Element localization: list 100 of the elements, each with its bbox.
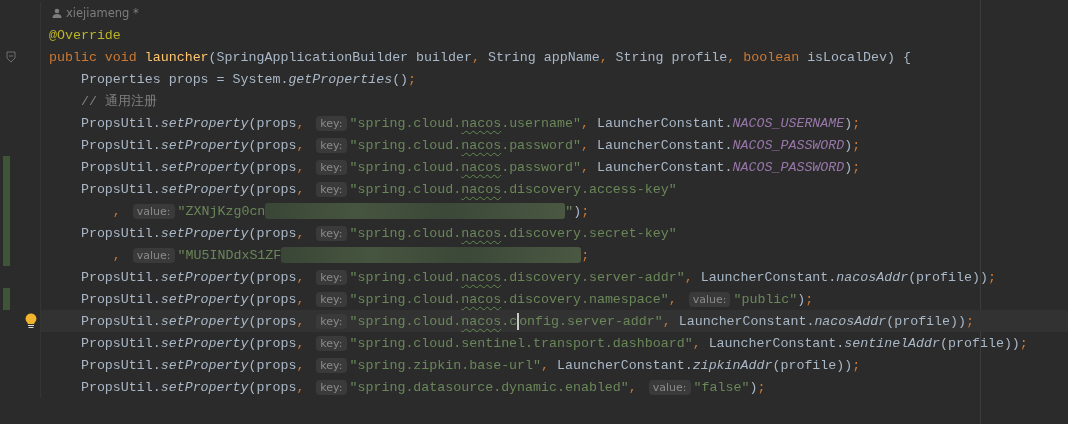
string-literal: .discovery.namespace" [501, 291, 669, 307]
code-text: LauncherConstant. [678, 313, 815, 329]
method-call: nacosAddr [814, 313, 887, 329]
string-literal: .username" [501, 115, 581, 131]
method-call: setProperty [160, 335, 249, 351]
string-literal: nacos [461, 269, 502, 285]
code-text: (props [248, 313, 297, 329]
parameter-hint: value: [688, 291, 731, 307]
parameter-hint: key: [316, 357, 347, 373]
code-text: (props [248, 269, 297, 285]
string-literal: "spring.cloud. [349, 225, 462, 241]
parameter-hint: key: [316, 225, 347, 241]
punctuation: , [111, 203, 122, 219]
code-text: (props [248, 115, 297, 131]
punctuation: ; [987, 269, 996, 285]
method-call: setProperty [160, 115, 249, 131]
punctuation: , [541, 357, 551, 373]
punctuation: , [296, 269, 306, 285]
change-marker[interactable] [3, 156, 10, 178]
method-call: zipkinAddr [692, 357, 773, 373]
lightbulb-icon[interactable] [25, 313, 37, 329]
method-call: setProperty [160, 291, 249, 307]
string-literal: "MU5INDdxS1ZF [177, 247, 282, 263]
punctuation: , [296, 335, 306, 351]
code-text: (props [248, 137, 297, 153]
punctuation: , [296, 181, 306, 197]
code-text: ) [844, 159, 853, 175]
parameter-hint: key: [316, 115, 347, 131]
punctuation: ; [852, 115, 861, 131]
method-call: setProperty [160, 225, 249, 241]
string-literal: nacos [461, 115, 502, 131]
code-text: PropsUtil. [79, 313, 161, 329]
code-text: PropsUtil. [79, 181, 161, 197]
method-call: getProperties [288, 71, 393, 87]
string-literal: "spring.cloud.sentinel.transport.dashboard" [349, 335, 693, 351]
code-text: Properties props = System. [79, 71, 289, 87]
code-text: (props [248, 357, 297, 373]
punctuation: , [296, 379, 306, 395]
string-literal: "public" [733, 291, 798, 307]
string-literal: nacos [461, 137, 502, 153]
code-editor[interactable] [0, 0, 1068, 424]
parameter-hint: key: [316, 137, 347, 153]
code-text: ) [844, 115, 853, 131]
parameter-hint: key: [316, 181, 347, 197]
code-text: LauncherConstant. [596, 115, 733, 131]
punctuation: , [580, 115, 590, 131]
code-text: LauncherConstant. [557, 357, 693, 373]
method-call: setProperty [160, 137, 249, 153]
punctuation: , [628, 379, 638, 395]
code-text: String profile [615, 49, 728, 65]
code-comment: // 通用注册 [79, 93, 157, 110]
code-text: isLocalDev) { [807, 49, 911, 65]
method-call: setProperty [160, 159, 249, 175]
code-text: (profile)) [908, 269, 988, 285]
punctuation: ; [757, 379, 766, 395]
code-text: (profile)) [886, 313, 966, 329]
code-text: PropsUtil. [79, 335, 161, 351]
punctuation: , [296, 357, 306, 373]
string-literal: .discovery.server-addr" [501, 269, 685, 285]
change-marker[interactable] [3, 288, 10, 310]
change-marker[interactable] [3, 244, 10, 266]
parameter-hint: key: [316, 291, 347, 307]
string-literal: onfig.server-addr" [519, 313, 663, 329]
punctuation: ; [408, 71, 417, 87]
code-text: PropsUtil. [79, 159, 161, 175]
code-text: PropsUtil. [79, 291, 161, 307]
code-text: ) [844, 137, 853, 153]
string-literal: "spring.cloud. [349, 159, 462, 175]
text-cursor [517, 312, 520, 330]
code-text: PropsUtil. [79, 357, 161, 373]
punctuation: , [296, 159, 306, 175]
punctuation: , [580, 137, 590, 153]
code-text: String appName [487, 49, 600, 65]
punctuation: , [662, 313, 672, 329]
parameter-hint: value: [132, 203, 175, 219]
punctuation: , [471, 49, 481, 65]
fold-icon[interactable] [6, 51, 16, 63]
parameter-hint: key: [316, 159, 347, 175]
punctuation: , [296, 291, 306, 307]
string-literal: nacos [461, 225, 502, 241]
punctuation: , [684, 269, 694, 285]
method-name: launcher [144, 49, 209, 65]
string-literal: "spring.zipkin.base-url" [349, 357, 542, 373]
code-text: PropsUtil. [79, 269, 161, 285]
string-literal: "spring.cloud. [349, 291, 462, 307]
method-call: setProperty [160, 379, 249, 395]
code-text: (props [248, 335, 297, 351]
punctuation: ; [581, 247, 590, 263]
person-icon [52, 8, 62, 18]
string-literal: "ZXNjKzg0cn [177, 203, 266, 219]
method-call: setProperty [160, 269, 249, 285]
code-text: LauncherConstant. [700, 269, 837, 285]
string-literal: nacos [461, 291, 502, 307]
parameter-hint: key: [316, 313, 347, 329]
string-literal: nacos [461, 313, 502, 329]
constant: NACOS_PASSWORD [732, 137, 845, 153]
annotation: @Override [49, 27, 121, 43]
string-literal: .discovery.access-key" [501, 181, 677, 197]
punctuation: ; [852, 159, 861, 175]
code-text: () [392, 71, 409, 87]
